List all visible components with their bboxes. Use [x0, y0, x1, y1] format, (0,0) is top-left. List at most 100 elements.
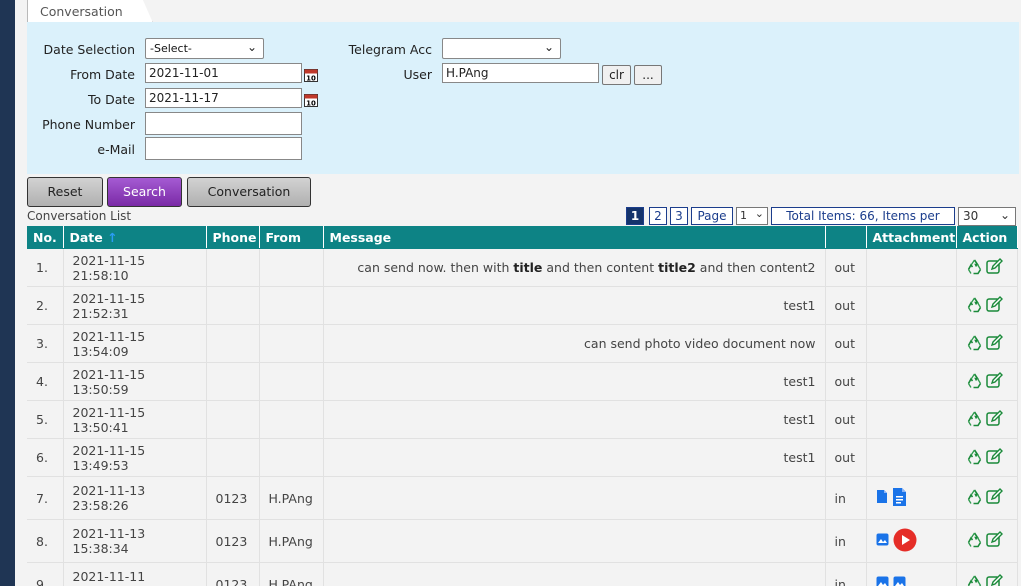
cell-direction: out [825, 248, 867, 287]
cell-message: test1 [323, 286, 826, 325]
resend-icon[interactable] [966, 488, 983, 508]
table-row[interactable]: 1. 2021-11-15 21:58:10 can send now. then … [27, 248, 1018, 287]
edit-icon[interactable] [985, 531, 1003, 551]
cell-no: 2. [27, 286, 64, 325]
conversation-list-title: Conversation List [27, 209, 132, 223]
cell-date: 2021-11-15 13:50:59 [63, 362, 207, 401]
cell-direction: in [825, 519, 867, 563]
cell-direction: out [825, 438, 867, 477]
resend-icon[interactable] [966, 372, 983, 392]
cell-attachment [866, 248, 957, 287]
cell-direction: out [825, 324, 867, 363]
col-message[interactable]: Message [323, 226, 826, 249]
to-date-input[interactable]: 2021-11-17 [145, 88, 302, 108]
to-date-label: To Date [87, 92, 135, 107]
cell-action [956, 519, 1018, 563]
tab-conversation[interactable]: Conversation [27, 0, 153, 23]
page-1-link[interactable]: 1 [626, 207, 644, 225]
image-icon[interactable] [893, 576, 906, 586]
table-header: No. Date ↑ Phone From Message Attachment… [27, 226, 1018, 249]
resend-icon[interactable] [966, 334, 983, 354]
cell-message: can send photo video document now [323, 324, 826, 363]
cell-direction: in [825, 562, 867, 586]
table-row[interactable]: 7. 2021-11-13 23:58:26 0123 H.PAng in [27, 476, 1018, 520]
cell-phone: 0123 [206, 476, 260, 520]
edit-icon[interactable] [985, 371, 1003, 392]
edit-icon[interactable] [985, 574, 1003, 586]
col-phone[interactable]: Phone [206, 226, 260, 249]
telegram-acc-select[interactable]: ⌄ [442, 38, 561, 59]
table-row[interactable]: 6. 2021-11-15 13:49:53 test1 out [27, 438, 1018, 477]
table-row[interactable]: 3. 2021-11-15 13:54:09 can send photo vide… [27, 324, 1018, 363]
col-from[interactable]: From [259, 226, 324, 249]
resend-icon[interactable] [966, 296, 983, 316]
cell-phone [206, 438, 260, 477]
search-button[interactable]: Search [107, 177, 182, 207]
cell-action [956, 362, 1018, 401]
edit-icon[interactable] [985, 447, 1003, 468]
chevron-down-icon: ⌄ [999, 208, 1010, 222]
cell-phone [206, 324, 260, 363]
cell-no: 6. [27, 438, 64, 477]
resend-icon[interactable] [966, 258, 983, 278]
email-input[interactable] [145, 137, 302, 160]
resend-icon[interactable] [966, 448, 983, 468]
image-icon[interactable] [876, 533, 889, 549]
col-date[interactable]: Date ↑ [63, 226, 207, 249]
edit-icon[interactable] [985, 257, 1003, 278]
total-items-text: Total Items: 66, Items per page: [771, 207, 955, 239]
cell-from: H.PAng [259, 476, 324, 520]
table-row[interactable]: 5. 2021-11-15 13:50:41 test1 out [27, 400, 1018, 439]
page-3-link[interactable]: 3 [670, 207, 688, 225]
table-row[interactable]: 8. 2021-11-13 15:38:34 0123 H.PAng in [27, 519, 1018, 563]
cell-phone [206, 248, 260, 287]
cell-action [956, 438, 1018, 477]
conversation-button[interactable]: Conversation [187, 177, 311, 207]
table-row[interactable]: 9.2021-11-11 14:20:570123H.PAng in [27, 562, 1018, 586]
items-per-page-select[interactable]: 30 ⌄ [958, 207, 1016, 226]
video-play-icon[interactable] [893, 528, 917, 555]
page-2-link[interactable]: 2 [649, 207, 667, 225]
cell-from [259, 362, 324, 401]
cell-direction: out [825, 286, 867, 325]
table-row[interactable]: 2. 2021-11-15 21:52:31 test1 out [27, 286, 1018, 325]
calendar-icon[interactable]: 10 [304, 93, 318, 107]
cell-from [259, 438, 324, 477]
phone-number-input[interactable] [145, 112, 302, 135]
cell-from [259, 400, 324, 439]
edit-icon[interactable] [985, 295, 1003, 316]
cell-action [956, 476, 1018, 520]
cell-date: 2021-11-13 23:58:26 [63, 476, 207, 520]
sort-ascending-icon[interactable]: ↑ [107, 230, 117, 245]
user-input[interactable]: H.PAng [442, 63, 599, 83]
date-selection-select[interactable]: -Select- ⌄ [145, 38, 264, 59]
document-icon[interactable] [892, 487, 907, 510]
cell-action [956, 562, 1018, 586]
clear-user-button[interactable]: clr [602, 65, 631, 85]
resend-icon[interactable] [966, 574, 983, 586]
cell-phone: 0123 [206, 562, 260, 586]
col-no[interactable]: No. [27, 226, 64, 249]
image-icon[interactable] [876, 576, 889, 586]
cell-phone [206, 286, 260, 325]
from-date-input[interactable]: 2021-11-01 [145, 63, 302, 83]
col-direction [825, 226, 867, 249]
cell-attachment [866, 519, 957, 563]
edit-icon[interactable] [985, 409, 1003, 430]
email-label: e-Mail [97, 142, 135, 157]
table-body: 1. 2021-11-15 21:58:10 can send now. then … [27, 248, 1018, 586]
page: Conversation Date Selection -Select- ⌄ Fr… [15, 0, 1021, 586]
page-select[interactable]: 1 ⌄ [736, 207, 768, 225]
edit-icon[interactable] [985, 488, 1003, 508]
resend-icon[interactable] [966, 531, 983, 551]
table-row[interactable]: 4. 2021-11-15 13:50:59 test1 out [27, 362, 1018, 401]
file-icon[interactable] [876, 489, 888, 507]
calendar-icon[interactable]: 10 [304, 68, 318, 82]
resend-icon[interactable] [966, 410, 983, 430]
edit-icon[interactable] [985, 333, 1003, 354]
browse-user-button[interactable]: ... [634, 65, 662, 85]
reset-button[interactable]: Reset [27, 177, 103, 207]
cell-message: test1 [323, 362, 826, 401]
cell-action [956, 400, 1018, 439]
cell-no: 4. [27, 362, 64, 401]
